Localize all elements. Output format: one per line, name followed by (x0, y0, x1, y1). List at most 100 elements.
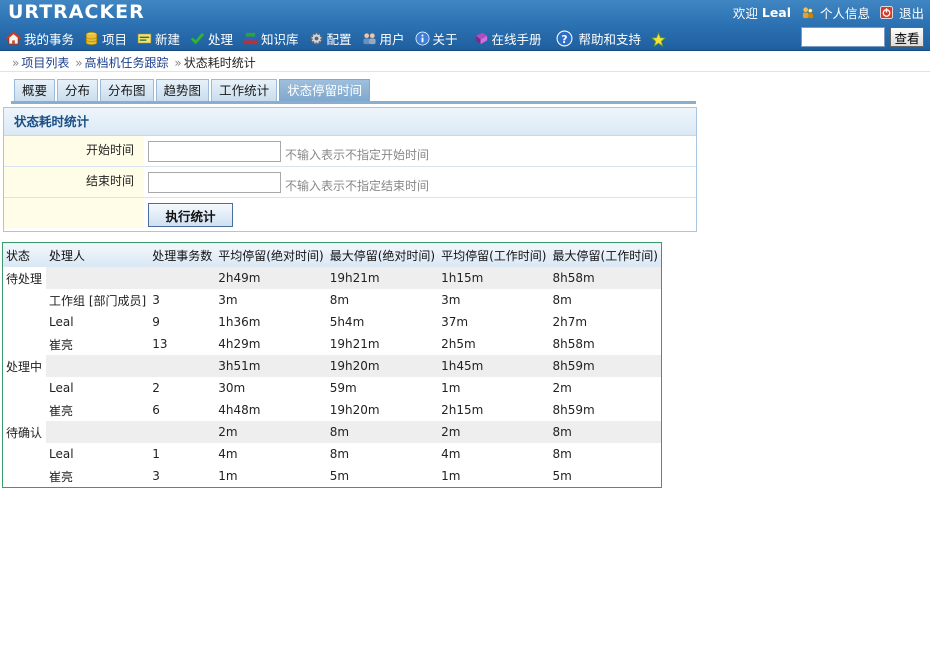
status-cell (2, 333, 47, 355)
avg-work-cell: 1h15m (438, 267, 550, 289)
table-row: Leal 1 4m 8m 4m 8m (2, 443, 662, 465)
status-cell (2, 311, 47, 333)
tab-work-stats[interactable]: 工作统计 (211, 79, 278, 101)
submit-row: 执行统计 (4, 198, 696, 228)
table-header-row: 状态 处理人 处理事务数 平均停留(绝对时间) 最大停留(绝对时间) 平均停留(… (2, 242, 662, 267)
max-work-cell: 8m (549, 443, 662, 465)
tab-distribution-chart[interactable]: 分布图 (100, 79, 154, 101)
user-area: 欢迎 Leal 个人信息 退出 (733, 3, 924, 22)
avg-work-cell: 37m (438, 311, 550, 333)
users-icon (362, 33, 376, 45)
table-row: 崔亮 13 4h29m 19h21m 2h5m 8h58m (2, 333, 662, 355)
tab-overview[interactable]: 概要 (14, 79, 56, 101)
task-count-cell (149, 267, 216, 289)
status-cell (2, 399, 47, 421)
check-icon (190, 32, 205, 45)
max-work-cell: 8h59m (549, 399, 662, 421)
top-bar: URTRACKER 欢迎 Leal 个人信息 退出 我的事务 项目 新建 处理 … (0, 0, 930, 51)
breadcrumb-project[interactable]: 高档机任务跟踪 (85, 56, 169, 70)
task-count-cell: 9 (149, 311, 216, 333)
profile-icon (802, 7, 814, 19)
tab-underline (11, 101, 696, 104)
max-work-cell: 8h58m (549, 333, 662, 355)
table-row: 崔亮 3 1m 5m 1m 5m (2, 465, 662, 488)
breadcrumb: » 项目列表 » 高档机任务跟踪 » 状态耗时统计 (12, 56, 256, 70)
header-status: 状态 (2, 242, 47, 267)
breadcrumb-project-list[interactable]: 项目列表 (21, 56, 69, 70)
avg-abs-cell: 4h29m (215, 333, 327, 355)
max-abs-cell: 8m (326, 289, 439, 311)
table-row: Leal 2 30m 59m 1m 2m (2, 377, 662, 399)
run-stats-button[interactable]: 执行统计 (148, 203, 233, 227)
max-work-cell: 2m (549, 377, 662, 399)
avg-work-cell: 2h5m (438, 333, 550, 355)
avg-abs-cell: 3h51m (215, 355, 327, 377)
max-abs-cell: 8m (326, 443, 439, 465)
status-group-row: 待确认 2m 8m 2m 8m (2, 421, 662, 443)
avg-work-cell: 3m (438, 289, 550, 311)
gear-icon (309, 32, 323, 45)
task-count-cell: 2 (149, 377, 216, 399)
nav-item-new[interactable]: 新建 (137, 29, 180, 48)
avg-abs-cell: 1h36m (215, 311, 327, 333)
stats-form-panel: 状态耗时统计 开始时间 不输入表示不指定开始时间 结束时间 不输入表示不指定结束… (3, 107, 697, 232)
header-task-count: 处理事务数 (149, 242, 216, 267)
star-icon (651, 31, 666, 47)
table-body: 待处理 2h49m 19h21m 1h15m 8h58m 工作组 [部门成员] 3 3m 8m 3… (2, 267, 662, 488)
handler-cell: 崔亮 (46, 333, 150, 355)
status-cell: 待处理 (2, 267, 47, 289)
avg-abs-cell: 2h49m (215, 267, 327, 289)
task-count-cell: 6 (149, 399, 216, 421)
end-time-row: 结束时间 不输入表示不指定结束时间 (4, 167, 696, 198)
avg-abs-cell: 4m (215, 443, 327, 465)
avg-work-cell: 2m (438, 421, 550, 443)
avg-work-cell: 1m (438, 377, 550, 399)
header-avg-abs: 平均停留(绝对时间) (215, 242, 327, 267)
nav-item-about[interactable]: 关于 (415, 29, 458, 48)
tab-bar: 概要 分布 分布图 趋势图 工作统计 状态停留时间 (14, 79, 372, 101)
divider (0, 71, 930, 72)
nav-item-extra[interactable] (651, 31, 669, 47)
handler-cell: Leal (46, 377, 150, 399)
max-work-cell: 2h7m (549, 311, 662, 333)
logout-link[interactable]: 退出 (899, 6, 924, 21)
status-cell: 处理中 (2, 355, 47, 377)
submit-row-label (4, 198, 144, 228)
nav-item-users[interactable]: 用户 (362, 29, 405, 48)
welcome-text: 欢迎 (732, 6, 758, 21)
end-time-hint: 不输入表示不指定结束时间 (285, 179, 430, 193)
end-time-label: 结束时间 (4, 167, 144, 197)
handler-cell (46, 267, 150, 289)
nav-item-help[interactable]: ? 帮助和支持 (556, 29, 641, 48)
start-time-input[interactable] (148, 141, 281, 162)
help-icon: ? (556, 30, 572, 47)
tab-distribution[interactable]: 分布 (57, 79, 99, 101)
task-count-cell: 13 (149, 333, 216, 355)
logout-icon (880, 6, 893, 19)
database-icon (85, 32, 98, 45)
search-input[interactable] (801, 27, 885, 47)
status-cell (2, 377, 47, 399)
table-row: Leal 9 1h36m 5h4m 37m 2h7m (2, 311, 662, 333)
panel-title: 状态耗时统计 (4, 108, 696, 136)
header-avg-work: 平均停留(工作时间) (438, 242, 550, 267)
max-work-cell: 8m (549, 289, 662, 311)
nav-item-config[interactable]: 配置 (309, 29, 352, 48)
nav-item-my-tasks[interactable]: 我的事务 (6, 29, 74, 48)
profile-link[interactable]: 个人信息 (820, 6, 870, 21)
nav-item-projects[interactable]: 项目 (84, 29, 127, 48)
nav-item-process[interactable]: 处理 (190, 29, 233, 48)
tab-trend-chart[interactable]: 趋势图 (155, 79, 210, 101)
app-logo: URTRACKER (8, 1, 145, 23)
header-max-abs: 最大停留(绝对时间) (326, 242, 439, 267)
avg-work-cell: 1m (438, 465, 550, 488)
nav-item-manual[interactable]: 在线手册 (474, 29, 542, 48)
handler-cell (46, 421, 150, 443)
end-time-input[interactable] (148, 172, 281, 193)
search-button[interactable]: 查看 (890, 27, 924, 47)
tab-status-duration[interactable]: 状态停留时间 (279, 79, 371, 101)
max-abs-cell: 5h4m (326, 311, 439, 333)
new-icon (137, 33, 152, 44)
nav-item-knowledge[interactable]: 知识库 (243, 29, 299, 48)
info-icon (415, 31, 429, 46)
